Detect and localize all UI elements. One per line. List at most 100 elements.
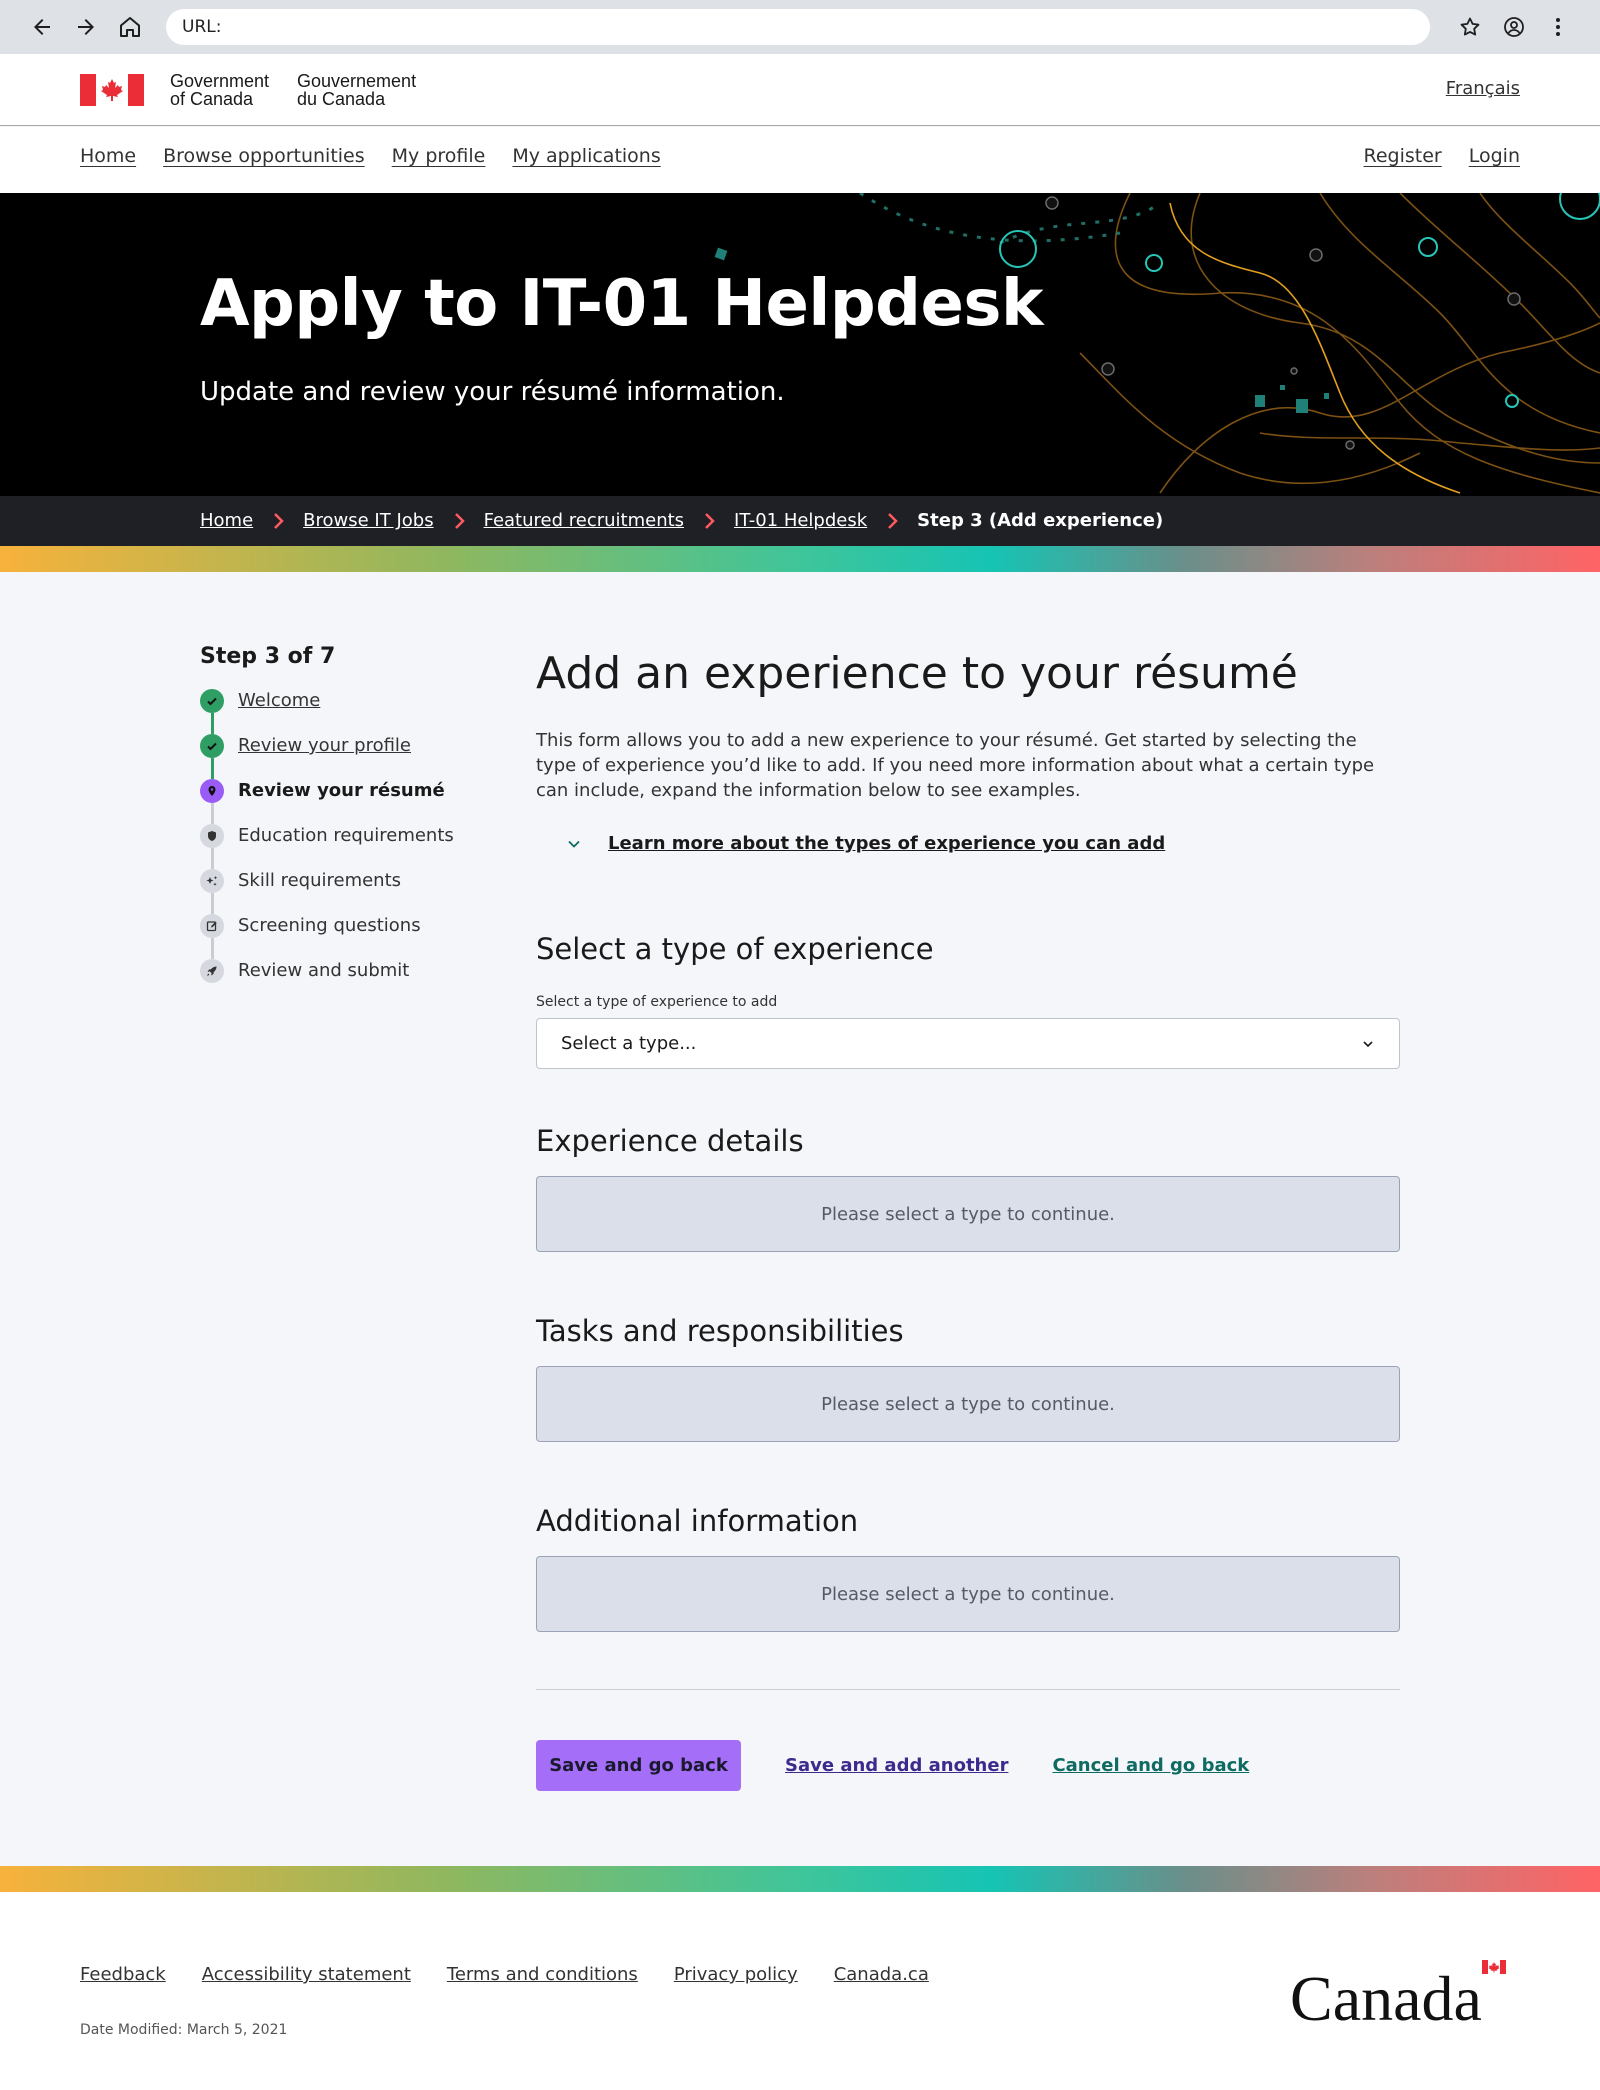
gov-fr-line1: Gouvernement xyxy=(297,71,417,91)
rocket-icon xyxy=(200,959,224,983)
breadcrumb: Home Browse IT Jobs Featured recruitment… xyxy=(0,496,1600,546)
tasks-responsibilities-placeholder: Please select a type to continue. xyxy=(536,1366,1400,1442)
add-experience-form: Add an experience to your résumé This fo… xyxy=(536,644,1400,1632)
step-label: Review and submit xyxy=(238,960,410,981)
breadcrumb-home-link[interactable]: Home xyxy=(200,510,253,531)
nav-register-link[interactable]: Register xyxy=(1364,145,1442,167)
address-bar[interactable]: URL: xyxy=(166,9,1430,45)
chevron-down-icon xyxy=(1363,1040,1373,1047)
footer-accessibility-link[interactable]: Accessibility statement xyxy=(202,1964,411,1985)
nav-my-profile-link[interactable]: My profile xyxy=(392,145,486,167)
form-divider xyxy=(536,1689,1400,1690)
back-arrow-icon[interactable] xyxy=(20,5,64,49)
language-toggle-link[interactable]: Français xyxy=(1446,78,1520,99)
chevron-right-icon xyxy=(705,512,715,529)
footer-privacy-link[interactable]: Privacy policy xyxy=(674,1964,798,1985)
check-icon xyxy=(200,734,224,758)
form-actions: Save and go back Save and add another Ca… xyxy=(536,1740,1249,1791)
sparkles-icon xyxy=(200,869,224,893)
experience-details-heading: Experience details xyxy=(536,1124,804,1158)
experience-details-placeholder: Please select a type to continue. xyxy=(536,1176,1400,1252)
breadcrumb-browse-it-jobs-link[interactable]: Browse IT Jobs xyxy=(303,510,433,531)
footer-feedback-link[interactable]: Feedback xyxy=(80,1964,166,1985)
canada-wordmark-logo: Canada xyxy=(1290,1960,1506,2026)
gov-en-line1: Government xyxy=(170,71,270,91)
step-screening-questions: Screening questions xyxy=(200,914,460,959)
steps-progress-title: Step 3 of 7 xyxy=(200,644,336,669)
nav-browse-opportunities-link[interactable]: Browse opportunities xyxy=(163,145,365,167)
location-pin-icon xyxy=(200,779,224,803)
step-connector xyxy=(211,758,214,779)
svg-text:Canada: Canada xyxy=(1290,1963,1482,2026)
step-label: Screening questions xyxy=(238,915,421,936)
page-title: Add an experience to your résumé xyxy=(536,648,1298,699)
canada-flag-icon xyxy=(80,74,144,106)
save-and-go-back-button[interactable]: Save and go back xyxy=(536,1740,741,1791)
step-education-requirements: Education requirements xyxy=(200,824,460,869)
tasks-responsibilities-heading: Tasks and responsibilities xyxy=(536,1314,904,1348)
breadcrumb-it01-helpdesk-link[interactable]: IT-01 Helpdesk xyxy=(734,510,867,531)
step-welcome[interactable]: Welcome xyxy=(200,689,460,734)
step-review-and-submit: Review and submit xyxy=(200,959,460,1004)
step-connector xyxy=(211,713,214,734)
url-input[interactable] xyxy=(227,17,1430,37)
nav-login-link[interactable]: Login xyxy=(1469,145,1520,167)
step-connector xyxy=(211,938,214,959)
hero-decorative-pattern xyxy=(714,193,1600,494)
chevron-right-icon xyxy=(888,512,898,529)
browser-toolbar: URL: xyxy=(0,0,1600,54)
pencil-square-icon xyxy=(200,914,224,938)
shield-icon xyxy=(200,824,224,848)
forward-arrow-icon[interactable] xyxy=(64,5,108,49)
application-steps-sidebar: Step 3 of 7 Welcome Review your profile … xyxy=(200,644,460,1004)
nav-my-applications-link[interactable]: My applications xyxy=(512,145,660,167)
step-skill-requirements: Skill requirements xyxy=(200,869,460,914)
site-footer: Feedback Accessibility statement Terms a… xyxy=(0,1892,1600,2090)
more-menu-icon[interactable] xyxy=(1536,5,1580,49)
footer-terms-link[interactable]: Terms and conditions xyxy=(447,1964,638,1985)
check-icon xyxy=(200,689,224,713)
select-type-field-label: Select a type of experience to add xyxy=(536,994,778,1010)
footer-canada-ca-link[interactable]: Canada.ca xyxy=(834,1964,929,1985)
step-label[interactable]: Review your profile xyxy=(238,734,411,758)
learn-more-accordion[interactable]: Learn more about the types of experience… xyxy=(536,833,1400,854)
step-label: Review your résumé xyxy=(238,780,445,801)
nav-home-link[interactable]: Home xyxy=(80,145,136,167)
additional-information-heading: Additional information xyxy=(536,1504,859,1538)
decorative-gradient-bar xyxy=(0,546,1600,572)
experience-type-select[interactable]: Select a type... xyxy=(536,1018,1400,1069)
learn-more-label[interactable]: Learn more about the types of experience… xyxy=(608,833,1165,854)
step-label: Education requirements xyxy=(238,825,454,846)
form-intro-text: This form allows you to add a new experi… xyxy=(536,730,1375,801)
step-review-profile[interactable]: Review your profile xyxy=(200,734,460,779)
step-connector xyxy=(211,803,214,824)
bookmark-star-icon[interactable] xyxy=(1448,5,1492,49)
save-and-add-another-link[interactable]: Save and add another xyxy=(785,1755,1008,1776)
chevron-right-icon xyxy=(454,512,465,529)
step-review-resume: Review your résumé xyxy=(200,779,460,824)
chevron-right-icon xyxy=(274,512,284,529)
step-label[interactable]: Welcome xyxy=(238,689,320,713)
account-icon[interactable] xyxy=(1492,5,1536,49)
home-icon[interactable] xyxy=(108,5,152,49)
page-hero-title: Apply to IT-01 Helpdesk xyxy=(200,267,1044,341)
government-of-canada-fr: Gouvernement du Canada xyxy=(297,72,416,108)
date-modified: Date Modified: March 5, 2021 xyxy=(80,2022,288,2038)
hero-banner: Apply to IT-01 Helpdesk Update and revie… xyxy=(0,193,1600,496)
url-label: URL: xyxy=(182,17,222,37)
decorative-gradient-bar xyxy=(0,1866,1600,1892)
chevron-down-icon xyxy=(568,840,580,848)
select-current-value: Select a type... xyxy=(561,1033,697,1054)
main-navigation: Home Browse opportunities My profile My … xyxy=(0,127,1600,193)
page-hero-subtitle: Update and review your résumé informatio… xyxy=(200,377,785,407)
government-of-canada-en: Government of Canada xyxy=(170,72,269,108)
step-connector xyxy=(211,848,214,869)
additional-information-placeholder: Please select a type to continue. xyxy=(536,1556,1400,1632)
step-label: Skill requirements xyxy=(238,870,402,891)
breadcrumb-current-step: Step 3 (Add experience) xyxy=(917,510,1164,531)
cancel-and-go-back-link[interactable]: Cancel and go back xyxy=(1052,1755,1249,1776)
gov-en-line2: of Canada xyxy=(170,89,254,109)
breadcrumb-featured-recruitments-link[interactable]: Featured recruitments xyxy=(484,510,684,531)
gov-fr-line2: du Canada xyxy=(297,89,386,109)
government-header: Government of Canada Gouvernement du Can… xyxy=(0,54,1600,126)
